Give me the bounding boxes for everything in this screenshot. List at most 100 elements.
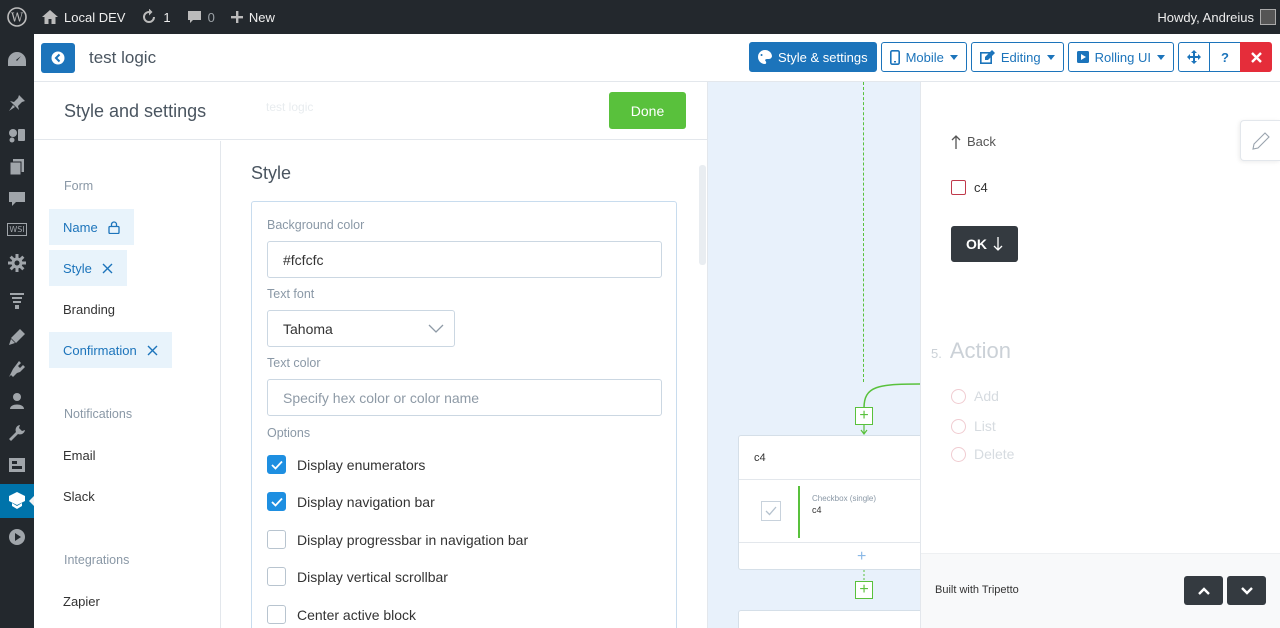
- pages-icon[interactable]: [0, 150, 34, 184]
- filter-icon[interactable]: [0, 284, 34, 318]
- nav-item-email[interactable]: Email: [49, 437, 110, 473]
- tools-icon[interactable]: [0, 416, 34, 450]
- back-button[interactable]: [41, 42, 75, 73]
- done-button[interactable]: Done: [609, 92, 686, 129]
- comments-menu-icon[interactable]: [0, 182, 34, 216]
- avatar: [1260, 9, 1276, 25]
- ok-label: OK: [966, 236, 987, 252]
- nav-item-label: Email: [63, 447, 96, 463]
- nav-item-slack[interactable]: Slack: [49, 478, 109, 514]
- nav-item-zapier[interactable]: Zapier: [49, 583, 114, 619]
- option-checkbox[interactable]: Display vertical scrollbar: [267, 567, 448, 586]
- checkbox-checked[interactable]: [267, 492, 286, 511]
- updates-count: 1: [163, 9, 171, 25]
- radio-option-add[interactable]: Add: [951, 388, 999, 404]
- radio-option-delete[interactable]: Delete: [951, 446, 1014, 462]
- dashboard-icon[interactable]: [0, 42, 34, 76]
- my-account-link[interactable]: Howdy, Andreius: [1149, 0, 1280, 34]
- option-label: Display enumerators: [297, 456, 426, 473]
- device-dropdown[interactable]: Mobile: [880, 42, 967, 72]
- radio-circle[interactable]: [951, 388, 966, 404]
- option-label: Display vertical scrollbar: [297, 568, 448, 585]
- option-checkbox[interactable]: Display progressbar in navigation bar: [267, 530, 528, 549]
- option-checkbox[interactable]: Display enumerators: [267, 455, 425, 474]
- nav-item-branding[interactable]: Branding: [49, 291, 129, 327]
- new-label: New: [248, 9, 275, 25]
- site-name-link[interactable]: Local DEV: [34, 0, 133, 34]
- comments-link[interactable]: 0: [179, 0, 223, 34]
- block-name: c4: [812, 505, 822, 515]
- media-icon[interactable]: [0, 118, 34, 152]
- pin-icon[interactable]: [0, 86, 34, 120]
- nav-item-label: Branding: [63, 301, 116, 317]
- style-settings-panel: Style and settings test logic Done Form …: [34, 82, 708, 628]
- nav-item-style[interactable]: Style: [49, 250, 127, 286]
- comments-count: 0: [207, 9, 215, 25]
- add-cluster-button[interactable]: +: [855, 581, 873, 599]
- preview-back-button[interactable]: Back: [951, 134, 996, 149]
- arrow-up-icon: [951, 134, 961, 149]
- settings-gear-icon[interactable]: [0, 246, 34, 280]
- block-type: Checkbox (single): [812, 494, 877, 503]
- checkbox-unchecked[interactable]: [267, 530, 286, 549]
- nav-item-label: Confirmation: [63, 342, 137, 358]
- add-block-button[interactable]: +: [855, 407, 873, 425]
- next-cluster-card[interactable]: [738, 610, 920, 628]
- checkbox-unchecked[interactable]: [267, 567, 286, 586]
- cluster-title[interactable]: c4: [739, 436, 920, 480]
- appearance-icon[interactable]: [0, 320, 34, 354]
- question-number: 5.: [931, 346, 942, 361]
- tripetto-menu-icon[interactable]: [0, 484, 35, 518]
- collapse-icon[interactable]: [0, 448, 34, 482]
- wordpress-logo-icon[interactable]: W: [0, 0, 34, 34]
- chevron-down-icon: [1046, 54, 1055, 60]
- radio-circle[interactable]: [951, 446, 966, 462]
- checkbox-box[interactable]: [951, 180, 966, 195]
- radio-circle[interactable]: [951, 418, 966, 434]
- nav-item-confirmation[interactable]: Confirmation: [49, 332, 172, 368]
- move-button[interactable]: [1178, 42, 1210, 72]
- ok-button[interactable]: OK: [951, 226, 1018, 262]
- wp-admin-menu: WSI: [0, 34, 35, 628]
- built-with-link[interactable]: Built with Tripetto: [935, 584, 1019, 596]
- option-checkbox[interactable]: Display navigation bar: [267, 492, 435, 511]
- panel-scrollbar[interactable]: [699, 165, 706, 265]
- text-font-select[interactable]: Tahoma: [267, 310, 455, 347]
- mobile-icon: [889, 49, 900, 65]
- mode-dropdown[interactable]: Editing: [970, 42, 1064, 72]
- plugins-icon[interactable]: [0, 352, 34, 386]
- block-row[interactable]: Checkbox (single) c4: [739, 481, 920, 543]
- bg-color-input[interactable]: #fcfcfc: [267, 241, 662, 278]
- text-color-input[interactable]: Specify hex color or color name: [267, 379, 662, 416]
- next-button[interactable]: [1227, 576, 1266, 605]
- style-settings-button[interactable]: Style & settings: [748, 42, 877, 72]
- play-circle-icon[interactable]: [0, 520, 34, 554]
- edit-pencil-button[interactable]: [1240, 120, 1280, 161]
- nav-item-name[interactable]: Name: [49, 209, 134, 245]
- help-button[interactable]: ?: [1209, 42, 1241, 72]
- updates-link[interactable]: 1: [133, 0, 178, 34]
- previous-button[interactable]: [1184, 576, 1223, 605]
- builder-canvas[interactable]: + c4 Checkbox (single) c4 + +: [708, 82, 920, 628]
- preview-style-dropdown[interactable]: Rolling UI: [1067, 42, 1174, 72]
- checkbox-checked[interactable]: [267, 455, 286, 474]
- question-heading: 5. Action: [931, 338, 1011, 364]
- flow-line: [863, 82, 864, 382]
- form-title[interactable]: test logic: [89, 48, 156, 68]
- option-label: Display progressbar in navigation bar: [297, 531, 529, 548]
- nav-item-label: Slack: [63, 488, 95, 504]
- users-icon[interactable]: [0, 384, 34, 418]
- new-content-link[interactable]: New: [223, 0, 283, 34]
- chevron-down-icon: [1157, 54, 1165, 60]
- close-icon[interactable]: [147, 345, 158, 356]
- wsi-icon[interactable]: WSI: [0, 212, 34, 246]
- close-button[interactable]: [1240, 42, 1272, 72]
- preview-checkbox[interactable]: c4: [951, 180, 988, 195]
- radio-option-list[interactable]: List: [951, 418, 996, 434]
- option-checkbox[interactable]: Center active block: [267, 605, 416, 624]
- nav-section-integrations: Integrations: [64, 553, 130, 567]
- close-icon[interactable]: [102, 263, 113, 274]
- checkbox-unchecked[interactable]: [267, 605, 286, 624]
- add-block-in-cluster-button[interactable]: +: [857, 548, 866, 566]
- cluster-card[interactable]: c4 Checkbox (single) c4 +: [738, 435, 920, 570]
